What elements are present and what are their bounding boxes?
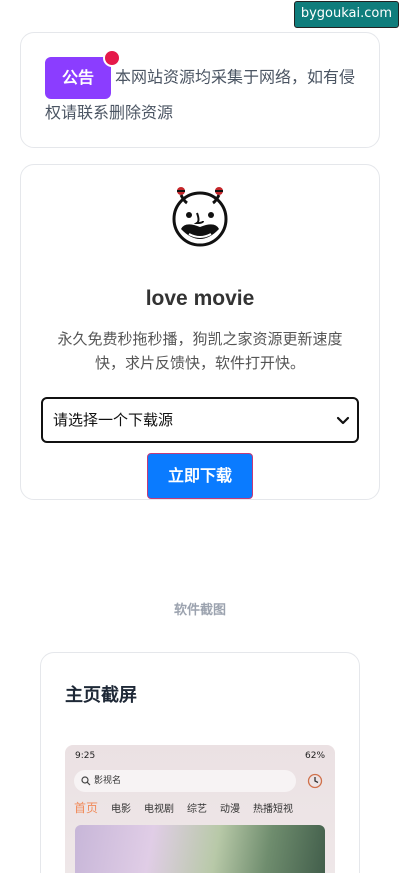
chevron-down-icon [336, 416, 350, 425]
notice-content: 公告 本网站资源均采集于网络，如有侵权请联系删除资源 [45, 49, 355, 126]
download-button[interactable]: 立即下载 [147, 453, 253, 499]
phone-search-bar: 影视名 [74, 770, 296, 792]
phone-time: 9:25 [75, 751, 96, 761]
phone-tab: 热播短视 [253, 804, 294, 815]
phone-battery: 62% [304, 751, 325, 761]
app-name: love movie [145, 287, 255, 310]
phone-status-bar: 9:25 62% [65, 751, 335, 763]
homepage-screenshot-image[interactable]: 9:25 62% 影视名 首页 电影 电视剧 综艺 动漫 热播短视 [65, 745, 335, 873]
notification-dot-icon [103, 49, 121, 67]
notice-card: 公告 本网站资源均采集于网络，如有侵权请联系删除资源 [20, 32, 380, 148]
download-source-select[interactable]: 请选择一个下载源 [41, 397, 359, 443]
phone-tab: 首页 [74, 801, 99, 815]
phone-tab: 电视剧 [144, 804, 175, 815]
app-mascot-icon [172, 187, 228, 247]
download-source-value: 请选择一个下载源 [53, 411, 174, 429]
phone-tab: 综艺 [187, 804, 208, 815]
phone-tab-bar: 首页 电影 电视剧 综艺 动漫 热播短视 [74, 799, 306, 816]
app-description: 永久免费秒拖秒播，狗凯之家资源更新速度快，求片反馈快，软件打开快。 [57, 330, 343, 372]
notice-badge: 公告 [45, 49, 121, 99]
screenshot-card-title: 主页截屏 [65, 685, 137, 706]
search-icon [81, 776, 91, 786]
phone-banner-image [75, 825, 325, 873]
phone-battery-level: 62 [304, 751, 317, 761]
notice-badge-label: 公告 [61, 68, 94, 87]
screenshots-section-title: 软件截图 [173, 603, 226, 618]
phone-tab: 动漫 [220, 804, 241, 815]
history-icon [307, 773, 323, 789]
phone-search-placeholder: 影视名 [94, 776, 122, 786]
app-download-card: love movie 永久免费秒拖秒播，狗凯之家资源更新速度快，求片反馈快，软件… [20, 164, 380, 500]
screenshot-card: 主页截屏 9:25 62% 影视名 首页 电影 电视剧 综艺 动漫 热播短视 [40, 652, 360, 873]
site-domain-tag[interactable]: bygoukai.com [293, 1, 399, 28]
phone-tab: 电影 [111, 804, 132, 815]
